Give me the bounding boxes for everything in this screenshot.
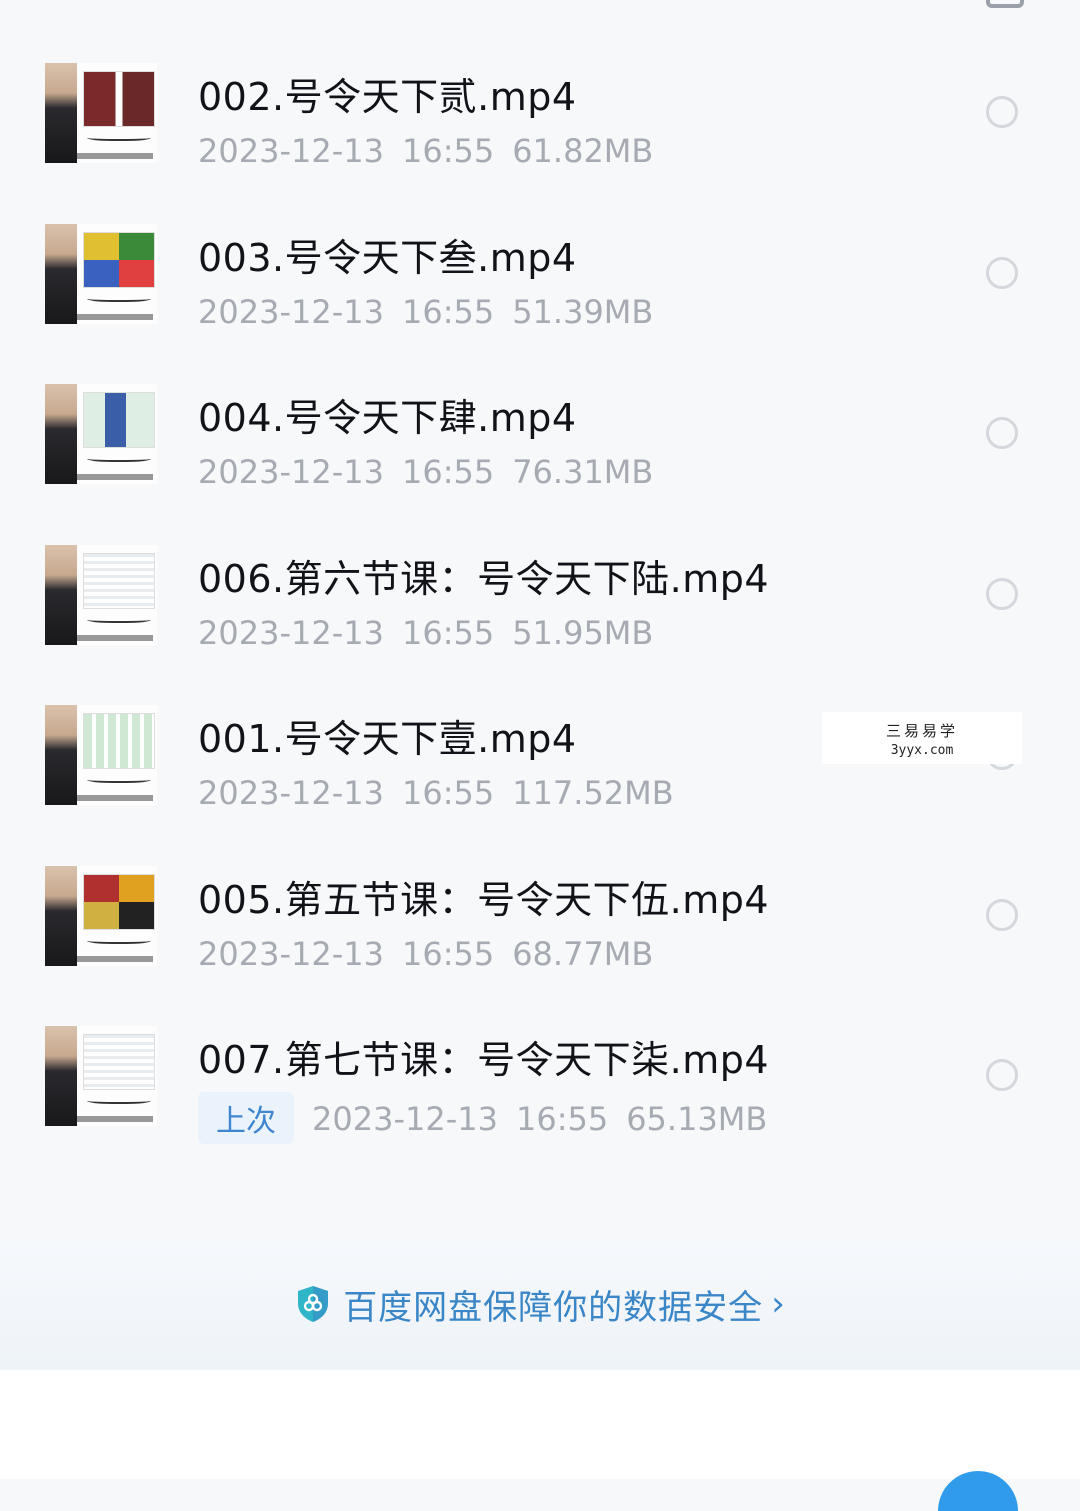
video-thumbnail (45, 223, 157, 324)
file-date: 2023-12-13 (198, 453, 384, 491)
file-row[interactable]: 003.号令天下叁.mp4 2023-12-13 16:55 51.39MB (0, 191, 1080, 352)
file-time: 16:55 (401, 453, 495, 491)
thumbnail-presenter (45, 223, 77, 324)
thumbnail-slide (83, 552, 155, 609)
file-size: 68.77MB (512, 934, 654, 973)
thumbnail-slide (83, 873, 155, 930)
watermark-line2: 3yyx.com (890, 743, 954, 758)
select-radio[interactable] (986, 417, 1018, 449)
file-meta: 2023-12-13 16:55 61.82MB (198, 132, 671, 170)
video-thumbnail (45, 1026, 157, 1126)
file-time: 16:55 (401, 934, 495, 973)
file-name: 007.第七节课：号令天下柒.mp4 (198, 1038, 770, 1082)
chevron-right-icon: › (771, 1284, 785, 1324)
thumbnail-slide (83, 392, 155, 448)
thumbnail-signature (87, 133, 151, 141)
file-date: 2023-12-13 (198, 292, 384, 331)
file-date: 2023-12-13 (198, 132, 384, 170)
file-date: 2023-12-13 (312, 1100, 498, 1138)
thumbnail-signature (87, 615, 151, 623)
file-time: 16:55 (401, 132, 495, 170)
file-date: 2023-12-13 (198, 934, 384, 973)
watermark: 三易易学 3yyx.com (822, 712, 1022, 764)
video-thumbnail (45, 63, 157, 163)
file-date: 2023-12-13 (198, 774, 384, 812)
file-row[interactable]: 007.第七节课：号令天下柒.mp4 上次 2023-12-13 16:55 65.13… (0, 993, 1080, 1154)
select-radio[interactable] (986, 1059, 1018, 1091)
file-name: 005.第五节课：号令天下伍.mp4 (198, 877, 770, 922)
thumbnail-presenter (45, 63, 77, 163)
security-text: 百度网盘保障你的数据安全 (343, 1287, 764, 1328)
file-time: 16:55 (401, 613, 495, 652)
file-size: 51.95MB (512, 613, 654, 652)
grid-view-icon[interactable] (986, 0, 1024, 8)
file-name: 002.号令天下贰.mp4 (198, 75, 577, 119)
select-radio[interactable] (986, 898, 1018, 931)
thumbnail-presenter (45, 1026, 77, 1126)
thumbnail-presenter (45, 544, 77, 645)
last-viewed-badge: 上次 (198, 1092, 294, 1144)
file-time: 16:55 (401, 774, 495, 812)
file-size: 65.13MB (626, 1100, 768, 1138)
file-name: 003.号令天下叁.mp4 (198, 235, 577, 280)
file-name: 001.号令天下壹.mp4 (198, 717, 577, 761)
file-meta: 2023-12-13 16:55 51.39MB (198, 293, 671, 331)
file-meta: 上次 2023-12-13 16:55 65.13MB (198, 1092, 785, 1147)
file-size: 61.82MB (512, 132, 654, 170)
thumbnail-signature (87, 454, 151, 462)
file-size: 51.39MB (512, 292, 654, 331)
file-name: 004.号令天下肆.mp4 (198, 396, 577, 440)
thumbnail-signature (87, 294, 151, 302)
thumbnail-caption (75, 955, 153, 962)
thumbnail-signature (87, 1096, 151, 1104)
shield-icon (298, 1286, 329, 1322)
thumbnail-caption (75, 795, 153, 801)
file-row[interactable]: 006.第六节课：号令天下陆.mp4 2023-12-13 16:55 51.95MB (0, 512, 1080, 673)
file-meta: 2023-12-13 16:55 117.52MB (198, 774, 692, 812)
file-date: 2023-12-13 (198, 613, 384, 652)
thumbnail-presenter (45, 865, 77, 966)
thumbnail-caption (75, 153, 153, 159)
select-radio[interactable] (986, 256, 1018, 289)
thumbnail-caption (75, 474, 153, 480)
file-meta: 2023-12-13 16:55 76.31MB (198, 453, 671, 491)
select-radio[interactable] (986, 96, 1018, 128)
file-size: 117.52MB (512, 774, 674, 812)
thumbnail-caption (75, 1116, 153, 1122)
thumbnail-caption (75, 313, 153, 320)
file-row[interactable]: 004.号令天下肆.mp4 2023-12-13 16:55 76.31MB (0, 351, 1080, 512)
file-time: 16:55 (515, 1100, 609, 1138)
thumbnail-signature (87, 936, 151, 944)
file-name: 006.第六节课：号令天下陆.mp4 (198, 556, 770, 601)
security-banner[interactable]: 百度网盘保障你的数据安全 › (0, 1238, 1080, 1370)
file-size: 76.31MB (512, 453, 654, 491)
thumbnail-slide (83, 1034, 155, 1090)
header-partial (0, 0, 1080, 14)
file-meta: 2023-12-13 16:55 51.95MB (198, 614, 671, 652)
file-row[interactable]: 002.号令天下贰.mp4 2023-12-13 16:55 61.82MB (0, 30, 1080, 191)
file-list: 002.号令天下贰.mp4 2023-12-13 16:55 61.82MB 003.号… (0, 30, 1080, 1154)
video-thumbnail (45, 865, 157, 966)
file-time: 16:55 (401, 292, 495, 331)
video-thumbnail (45, 544, 157, 645)
thumbnail-presenter (45, 384, 77, 484)
thumbnail-slide (83, 231, 155, 288)
video-thumbnail (45, 384, 157, 484)
thumbnail-presenter (45, 705, 77, 805)
file-meta: 2023-12-13 16:55 68.77MB (198, 935, 671, 973)
thumbnail-slide (83, 713, 155, 769)
thumbnail-caption (75, 634, 153, 641)
video-thumbnail (45, 705, 157, 805)
bottom-area (0, 1370, 1080, 1479)
file-row[interactable]: 005.第五节课：号令天下伍.mp4 2023-12-13 16:55 68.77MB (0, 833, 1080, 994)
select-radio[interactable] (986, 577, 1018, 610)
thumbnail-slide (83, 71, 155, 127)
watermark-line1: 三易易学 (885, 722, 958, 740)
thumbnail-signature (87, 775, 151, 783)
